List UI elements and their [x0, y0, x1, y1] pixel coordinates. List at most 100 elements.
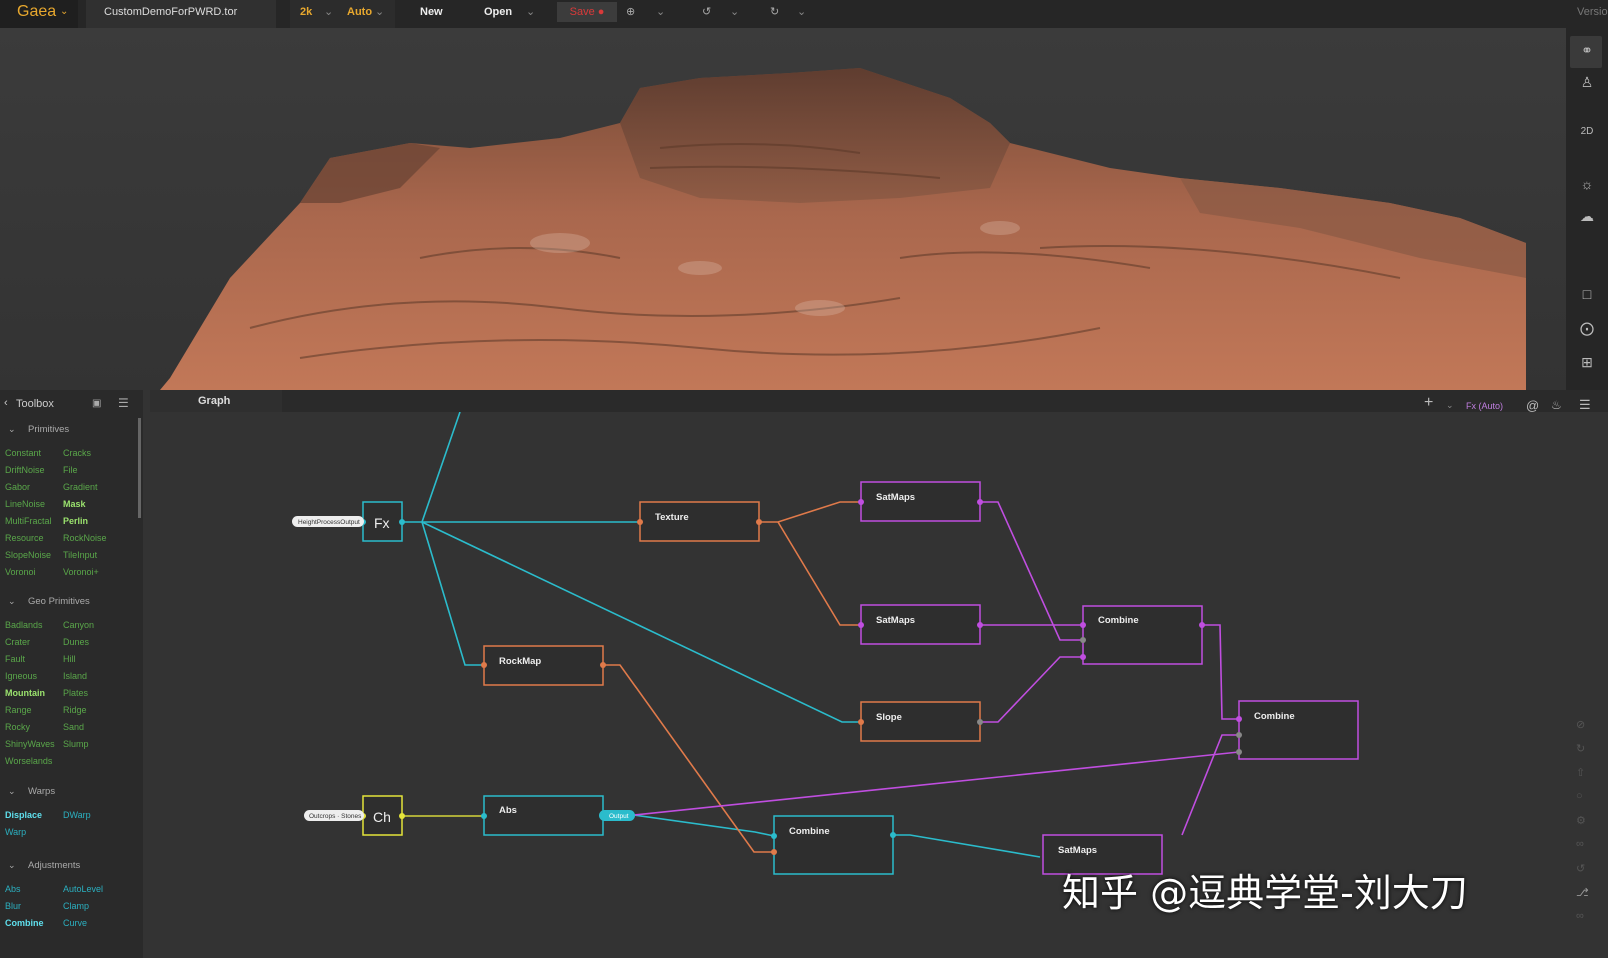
node-file[interactable]: File	[63, 465, 78, 475]
fx-mode-label[interactable]: Fx (Auto)	[1466, 401, 1503, 411]
node-autolevel[interactable]: AutoLevel	[63, 884, 103, 894]
node-crater[interactable]: Crater	[5, 637, 30, 647]
menu-icon[interactable]: ☰	[118, 396, 129, 410]
node-clamp[interactable]: Clamp	[63, 901, 89, 911]
toggle-icon[interactable]: ▣	[92, 398, 101, 409]
node-driftnoise[interactable]: DriftNoise	[5, 465, 45, 475]
mode-dropdown[interactable]: Auto	[347, 0, 372, 24]
compass-icon[interactable]: ⨀	[1566, 320, 1608, 337]
node-abs[interactable]: Abs	[5, 884, 21, 894]
node-ridge[interactable]: Ridge	[63, 705, 87, 715]
person-icon[interactable]: ♙	[1566, 74, 1608, 91]
combine-node[interactable]	[773, 815, 894, 875]
undo-icon[interactable]: ↺	[702, 0, 711, 28]
node-mountain[interactable]: Mountain	[5, 688, 45, 698]
node-multifractal[interactable]: MultiFractal	[5, 516, 52, 526]
collapse-icon[interactable]: ‹	[4, 397, 8, 409]
node-voronoi[interactable]: Voronoi	[5, 567, 36, 577]
branch-icon[interactable]: ⎇	[1576, 886, 1589, 899]
disable-icon[interactable]: ⊘	[1576, 718, 1585, 731]
category-geo-primitives[interactable]: ⌄ Geo Primitives	[8, 596, 90, 607]
node-igneous[interactable]: Igneous	[5, 671, 37, 681]
history-icon[interactable]: ↺	[1576, 862, 1585, 875]
node-combine[interactable]: Combine	[5, 918, 44, 928]
link-icon[interactable]: ∞	[1576, 838, 1584, 850]
chevron-down-icon[interactable]: ⌄	[797, 0, 806, 28]
file-tab[interactable]: CustomDemoForPWRD.tor	[86, 0, 276, 28]
node-rocknoise[interactable]: RockNoise	[63, 533, 107, 543]
node-cracks[interactable]: Cracks	[63, 448, 91, 458]
port[interactable]	[1236, 749, 1242, 755]
port[interactable]	[858, 499, 864, 505]
node-hill[interactable]: Hill	[63, 654, 76, 664]
chevron-down-icon[interactable]: ⌄	[656, 0, 665, 28]
node-fault[interactable]: Fault	[5, 654, 25, 664]
grid-icon[interactable]: ⊞	[1566, 354, 1608, 371]
node-mask[interactable]: Mask	[63, 499, 86, 509]
port[interactable]	[771, 849, 777, 855]
port[interactable]	[1080, 637, 1086, 643]
port[interactable]	[1199, 622, 1205, 628]
menu-icon[interactable]: ☰	[1579, 397, 1591, 413]
new-button[interactable]: New	[420, 0, 443, 28]
app-title[interactable]: Gaea	[17, 0, 56, 24]
node-resource[interactable]: Resource	[5, 533, 44, 543]
node-warp[interactable]: Warp	[5, 827, 26, 837]
node-curve[interactable]: Curve	[63, 918, 87, 928]
node-perlin[interactable]: Perlin	[63, 516, 88, 526]
redo-icon[interactable]: ↻	[770, 0, 779, 28]
node-badlands[interactable]: Badlands	[5, 620, 43, 630]
circle-icon[interactable]: ○	[1576, 790, 1583, 802]
chevron-down-icon[interactable]: ⌄	[730, 0, 739, 28]
port[interactable]	[637, 519, 643, 525]
tab-graph[interactable]: Graph	[150, 390, 282, 412]
node-slopenoise[interactable]: SlopeNoise	[5, 550, 51, 560]
port[interactable]	[977, 622, 983, 628]
port[interactable]	[481, 813, 487, 819]
port[interactable]	[858, 719, 864, 725]
port[interactable]	[977, 499, 983, 505]
combine-node[interactable]	[1238, 700, 1359, 760]
node-constant[interactable]: Constant	[5, 448, 41, 458]
frame-icon[interactable]: □	[1566, 286, 1608, 302]
view-2d-button[interactable]: 2D	[1566, 126, 1608, 137]
port[interactable]	[771, 833, 777, 839]
fire-icon[interactable]: ♨	[1551, 398, 1562, 412]
node-voronoi-plus[interactable]: Voronoi+	[63, 567, 99, 577]
app-menu[interactable]: Gaea ⌄	[0, 0, 78, 28]
save-button[interactable]: Save ●	[557, 2, 617, 22]
node-linenoise[interactable]: LineNoise	[5, 499, 45, 509]
port[interactable]	[890, 832, 896, 838]
chevron-down-icon[interactable]: ⌄	[1446, 400, 1454, 411]
node-gradient[interactable]: Gradient	[63, 482, 98, 492]
export-icon[interactable]: ⇧	[1576, 766, 1585, 779]
node-worselands[interactable]: Worselands	[5, 756, 52, 766]
node-shinywaves[interactable]: ShinyWaves	[5, 739, 55, 749]
node-dwarp[interactable]: DWarp	[63, 810, 91, 820]
port[interactable]	[399, 813, 405, 819]
resolution-dropdown[interactable]: 2k	[300, 0, 312, 24]
scrollbar[interactable]	[138, 418, 141, 518]
port[interactable]	[399, 519, 405, 525]
node-blur[interactable]: Blur	[5, 901, 21, 911]
node-dunes[interactable]: Dunes	[63, 637, 89, 647]
category-warps[interactable]: ⌄ Warps	[8, 786, 55, 797]
sun-icon[interactable]: ☼	[1566, 176, 1608, 192]
cloud-icon[interactable]: ☁	[1566, 208, 1608, 225]
chevron-down-icon[interactable]: ⌄	[526, 0, 535, 28]
port[interactable]	[756, 519, 762, 525]
node-tileinput[interactable]: TileInput	[63, 550, 97, 560]
at-icon[interactable]: @	[1526, 398, 1539, 413]
node-canyon[interactable]: Canyon	[63, 620, 94, 630]
port[interactable]	[977, 719, 983, 725]
open-button[interactable]: Open	[484, 0, 512, 28]
category-primitives[interactable]: ⌄ Primitives	[8, 424, 69, 435]
node-slump[interactable]: Slump	[63, 739, 89, 749]
node-island[interactable]: Island	[63, 671, 87, 681]
port[interactable]	[858, 622, 864, 628]
target-icon[interactable]: ⊕	[626, 0, 635, 28]
category-adjustments[interactable]: ⌄ Adjustments	[8, 860, 80, 871]
node-displace[interactable]: Displace	[5, 810, 42, 820]
port[interactable]	[481, 662, 487, 668]
port[interactable]	[1080, 622, 1086, 628]
